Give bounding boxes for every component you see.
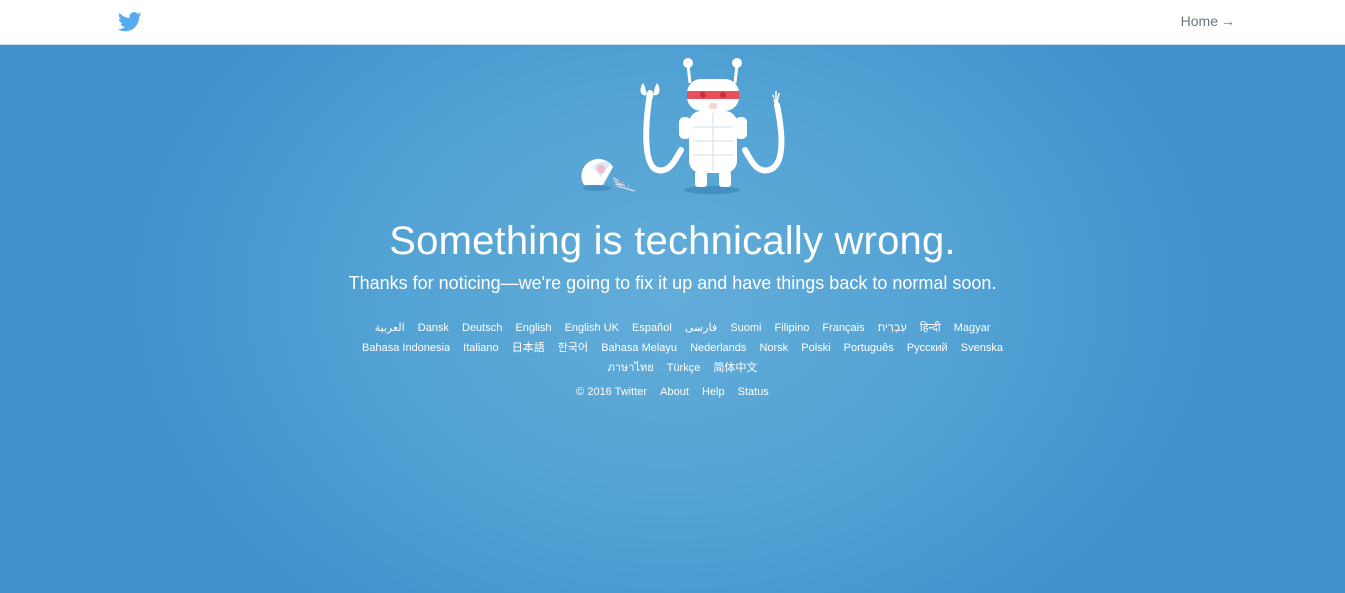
language-link[interactable]: Magyar [954, 322, 991, 334]
language-link[interactable]: العربية [375, 322, 405, 334]
language-list: العربية Dansk Deutsch English English UK… [350, 318, 1015, 378]
about-link[interactable]: About [660, 386, 689, 398]
language-link[interactable]: Français [822, 322, 864, 334]
language-link[interactable]: Italiano [463, 342, 498, 354]
language-link[interactable]: Bahasa Indonesia [362, 342, 450, 354]
top-bar: Home → [0, 0, 1345, 45]
broken-robot-icon [581, 58, 785, 194]
home-link-label: Home [1180, 13, 1218, 29]
language-link[interactable]: Español [632, 322, 672, 334]
arrow-right-icon: → [1221, 13, 1235, 29]
footer: © 2016 Twitter About Help Status [0, 382, 1345, 402]
error-stage: Something is technically wrong. Thanks f… [0, 45, 1345, 593]
language-link[interactable]: Norsk [759, 342, 788, 354]
language-link[interactable]: Türkçe [667, 362, 701, 374]
error-title: Something is technically wrong. [389, 219, 956, 263]
language-link[interactable]: Português [844, 342, 894, 354]
language-link[interactable]: Bahasa Melayu [601, 342, 677, 354]
twitter-bird-icon[interactable] [118, 11, 142, 33]
error-subtitle: Thanks for noticing—we're going to fix i… [348, 273, 997, 293]
language-link[interactable]: English [515, 322, 551, 334]
home-link[interactable]: Home → [1181, 13, 1235, 29]
language-link[interactable]: Polski [801, 342, 830, 354]
language-link[interactable]: 简体中文 [713, 362, 757, 374]
language-link[interactable]: Svenska [961, 342, 1003, 354]
language-link[interactable]: Nederlands [690, 342, 746, 354]
language-link[interactable]: Filipino [775, 322, 810, 334]
language-link[interactable]: Deutsch [462, 322, 502, 334]
language-link[interactable]: हिन्दी [920, 322, 941, 334]
language-link[interactable]: 日本語 [512, 342, 545, 354]
language-link[interactable]: עִבְרִית [878, 322, 907, 334]
language-link[interactable]: ภาษาไทย [608, 362, 654, 374]
language-link[interactable]: Suomi [730, 322, 761, 334]
language-link[interactable]: Русский [907, 342, 948, 354]
copyright-text: © 2016 Twitter [576, 386, 648, 398]
language-link[interactable]: 한국어 [558, 342, 588, 354]
language-link[interactable]: فارسی [685, 322, 717, 334]
language-link[interactable]: Dansk [418, 322, 449, 334]
status-link[interactable]: Status [738, 386, 769, 398]
language-link[interactable]: English UK [565, 322, 619, 334]
help-link[interactable]: Help [702, 386, 725, 398]
